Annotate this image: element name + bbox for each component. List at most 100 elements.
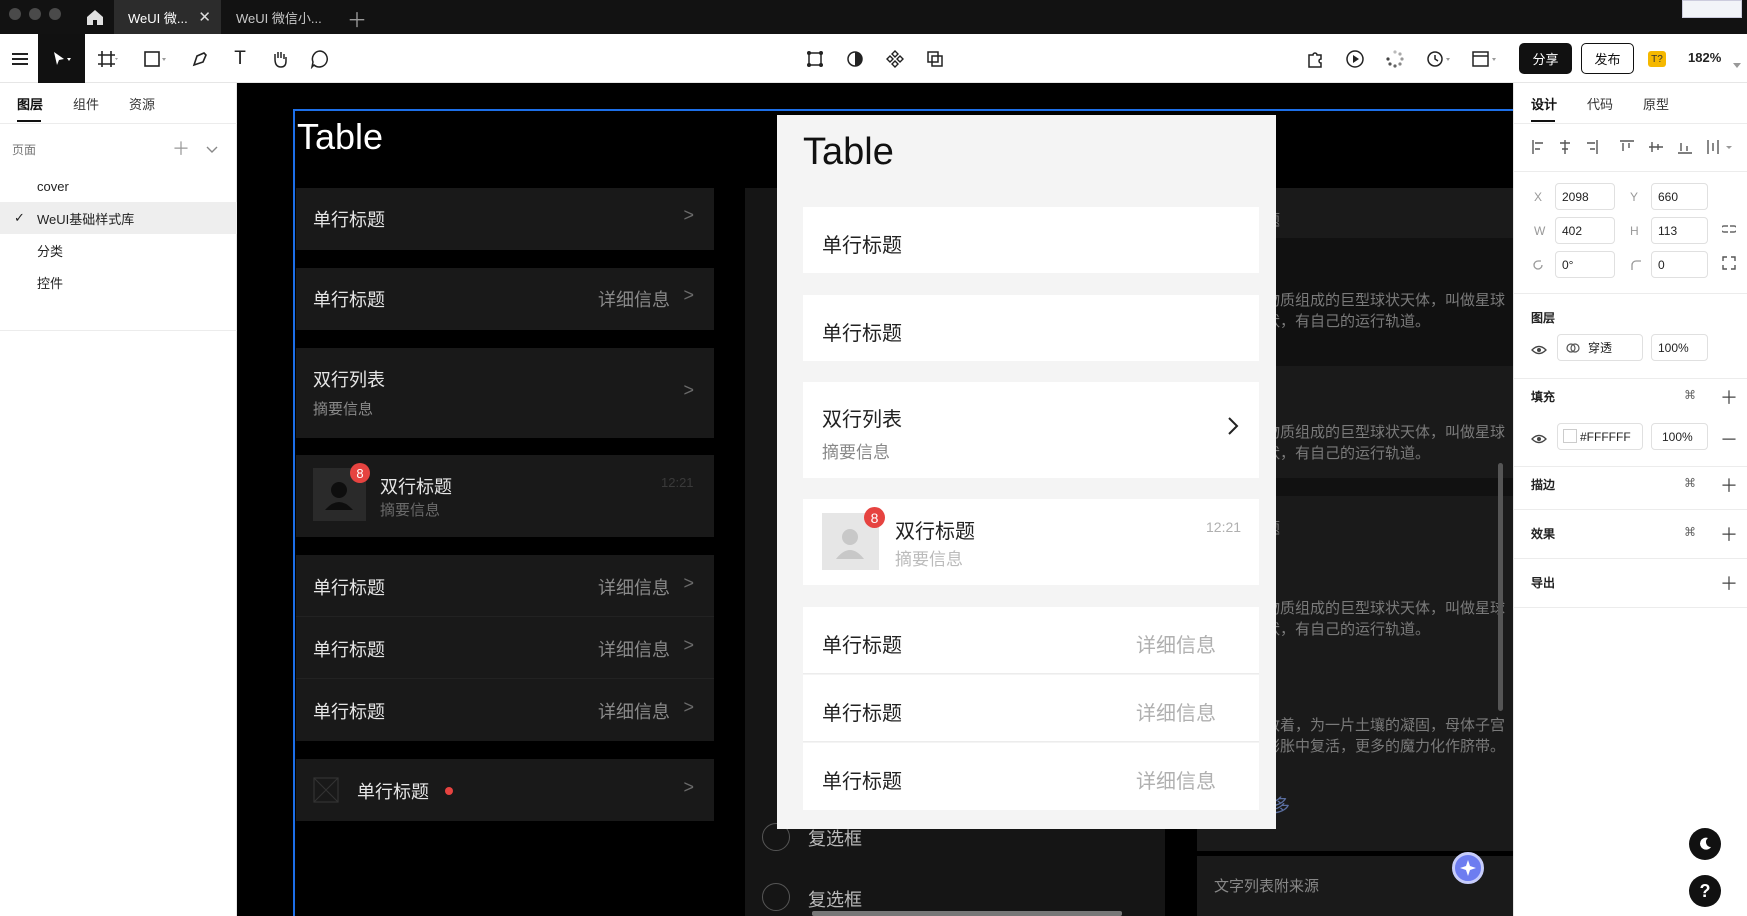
comment-tool-icon[interactable] bbox=[300, 34, 340, 83]
tab-layers[interactable]: 图层 bbox=[17, 83, 43, 123]
zoom-dropdown-icon[interactable] bbox=[1733, 56, 1741, 74]
width-field[interactable]: 402 bbox=[1555, 217, 1615, 244]
tab-design[interactable]: 设计 bbox=[1531, 83, 1557, 123]
stroke-style-icon[interactable]: ⌘ bbox=[1684, 476, 1696, 490]
text-list-paragraph: 形状，有自己的运行轨道。 bbox=[1250, 445, 1431, 462]
tab-weui-2[interactable]: WeUI 微信小... bbox=[222, 0, 342, 34]
constrain-proportions-icon[interactable] bbox=[1720, 222, 1738, 240]
plugin-icon[interactable] bbox=[1295, 34, 1335, 83]
page-item-controls[interactable]: 控件 bbox=[0, 266, 237, 298]
fill-opacity-field[interactable]: 100% bbox=[1651, 423, 1708, 450]
checkbox-icon[interactable] bbox=[762, 883, 790, 911]
history-icon[interactable] bbox=[1418, 34, 1458, 83]
page-item-weui-base[interactable]: ✓ WeUI基础样式库 bbox=[0, 202, 237, 234]
add-fill-icon[interactable]: ＋ bbox=[1720, 384, 1738, 410]
ai-assistant-icon[interactable] bbox=[1452, 852, 1484, 884]
light-row-3[interactable]: 双行列表 摘要信息 bbox=[803, 382, 1259, 478]
menu-icon[interactable] bbox=[0, 34, 40, 83]
hand-tool-icon[interactable] bbox=[260, 34, 300, 83]
window-zoom-dot[interactable] bbox=[49, 8, 61, 20]
add-stroke-icon[interactable]: ＋ bbox=[1720, 472, 1738, 498]
scroll-handle[interactable] bbox=[812, 911, 1122, 916]
corner-radius-field[interactable]: 0 bbox=[1651, 251, 1708, 278]
layout-icon[interactable] bbox=[1465, 34, 1505, 83]
help-icon[interactable]: ? bbox=[1689, 875, 1721, 907]
dark-row-5[interactable]: 单行标题 详细信息 > bbox=[296, 555, 714, 617]
divider bbox=[0, 123, 237, 124]
light-row-2[interactable]: 单行标题 bbox=[803, 295, 1259, 361]
row-title: 单行标题 bbox=[822, 635, 902, 657]
fill-visibility-icon[interactable] bbox=[1531, 431, 1547, 449]
window-close-dot[interactable] bbox=[9, 8, 21, 20]
dark-row-8[interactable]: 单行标题 > bbox=[296, 759, 714, 821]
zoom-level[interactable]: 182% bbox=[1688, 50, 1721, 65]
boolean-icon[interactable] bbox=[915, 34, 955, 83]
add-page-icon[interactable]: ＋ bbox=[172, 135, 190, 161]
tab-assets[interactable]: 资源 bbox=[129, 83, 155, 123]
text-list-paragraph: 广散着，为一片土壤的凝固，母体子宫 bbox=[1250, 717, 1506, 734]
home-icon[interactable] bbox=[84, 6, 106, 28]
height-field[interactable]: 113 bbox=[1651, 217, 1708, 244]
new-tab-icon[interactable]: ＋ bbox=[347, 4, 367, 33]
share-button[interactable]: 分享 bbox=[1519, 43, 1572, 74]
y-field[interactable]: 660 bbox=[1651, 183, 1708, 210]
rectangle-tool-icon[interactable] bbox=[135, 34, 175, 83]
light-row-4[interactable]: 8 双行标题 摘要信息 12:21 bbox=[803, 499, 1259, 585]
play-icon[interactable] bbox=[1335, 34, 1375, 83]
eye-icon[interactable] bbox=[1531, 342, 1547, 360]
row-title: 双行列表 bbox=[822, 409, 902, 431]
notification-badge: 8 bbox=[350, 463, 370, 483]
window-minimize-dot[interactable] bbox=[29, 8, 41, 20]
light-row-5[interactable]: 单行标题 详细信息 bbox=[803, 607, 1259, 674]
divider bbox=[1514, 509, 1747, 510]
collapse-pages-icon[interactable] bbox=[206, 141, 218, 159]
tab-weui-1[interactable]: WeUI 微... ✕ bbox=[114, 0, 221, 34]
dark-row-6[interactable]: 单行标题 详细信息 > bbox=[296, 617, 714, 679]
effect-style-icon[interactable]: ⌘ bbox=[1684, 525, 1696, 539]
layer-opacity-field[interactable]: 100% bbox=[1651, 334, 1708, 361]
light-row-1[interactable]: 单行标题 bbox=[803, 207, 1259, 273]
page-item-cover[interactable]: cover bbox=[0, 170, 237, 202]
dark-row-1[interactable]: 单行标题 > bbox=[296, 188, 714, 250]
rotation-icon bbox=[1532, 258, 1544, 276]
light-row-7[interactable]: 单行标题 详细信息 bbox=[803, 743, 1259, 810]
pen-tool-icon[interactable] bbox=[180, 34, 220, 83]
component-icon[interactable] bbox=[795, 34, 835, 83]
fill-color-swatch[interactable] bbox=[1563, 429, 1577, 443]
publish-button[interactable]: 发布 bbox=[1581, 43, 1634, 74]
mask-icon[interactable] bbox=[835, 34, 875, 83]
stroke-section-title: 描边 bbox=[1531, 478, 1556, 492]
light-table-card[interactable]: Table 单行标题 单行标题 双行列表 摘要信息 8 双行标题 摘要信息 12… bbox=[777, 115, 1276, 829]
dark-row-4[interactable]: 8 双行标题 摘要信息 12:21 bbox=[296, 455, 714, 537]
page-item-category[interactable]: 分类 bbox=[0, 234, 237, 266]
text-tool-icon[interactable]: T bbox=[220, 34, 260, 83]
x-field[interactable]: 2098 bbox=[1555, 183, 1615, 210]
frame-tool-icon[interactable] bbox=[88, 34, 128, 83]
remove-fill-icon[interactable]: － bbox=[1720, 426, 1738, 452]
fill-style-icon[interactable]: ⌘ bbox=[1684, 388, 1696, 402]
add-export-icon[interactable]: ＋ bbox=[1720, 570, 1738, 596]
minimap-thumbnail[interactable] bbox=[1682, 0, 1742, 18]
dark-table-title: Table bbox=[297, 116, 384, 157]
create-component-icon[interactable] bbox=[875, 34, 915, 83]
close-tab-icon[interactable]: ✕ bbox=[198, 8, 211, 26]
row-title: 单行标题 bbox=[313, 578, 385, 598]
independent-corners-icon[interactable] bbox=[1722, 256, 1736, 275]
light-row-6[interactable]: 单行标题 详细信息 bbox=[803, 675, 1259, 742]
rotation-field[interactable]: 0° bbox=[1555, 251, 1615, 278]
row-title: 单行标题 bbox=[822, 703, 902, 725]
dark-row-2[interactable]: 单行标题 详细信息 > bbox=[296, 268, 714, 330]
divider bbox=[1514, 558, 1747, 559]
add-effect-icon[interactable]: ＋ bbox=[1720, 521, 1738, 547]
design-canvas[interactable]: Table 单行标题 > 单行标题 详细信息 > 双行列表 摘要信息 > 8 双… bbox=[237, 83, 1513, 916]
tab-components[interactable]: 组件 bbox=[73, 83, 99, 123]
tab-prototype[interactable]: 原型 bbox=[1643, 83, 1669, 123]
page-label: WeUI基础样式库 bbox=[37, 211, 135, 227]
dark-row-3[interactable]: 双行列表 摘要信息 > bbox=[296, 348, 714, 438]
dark-row-7[interactable]: 单行标题 详细信息 > bbox=[296, 679, 714, 741]
dark-mode-icon[interactable] bbox=[1689, 828, 1721, 860]
tab-code[interactable]: 代码 bbox=[1587, 83, 1613, 123]
canvas-scrollbar[interactable] bbox=[1498, 463, 1503, 711]
move-tool-icon[interactable] bbox=[38, 34, 85, 83]
trial-badge[interactable]: T? bbox=[1648, 51, 1666, 67]
